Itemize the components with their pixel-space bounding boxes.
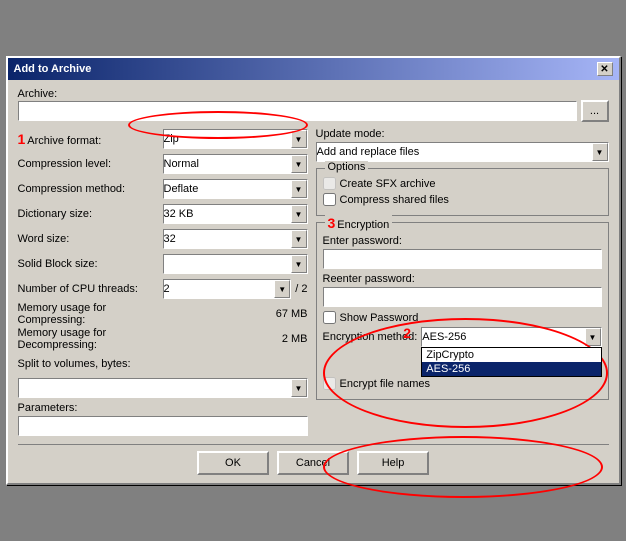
archive-format-select[interactable]: Zip 7z tar bbox=[163, 129, 308, 149]
memory-compress-value: 67 MB bbox=[163, 308, 308, 320]
buttons-row: OK Cancel Help bbox=[18, 444, 609, 475]
right-panel: Update mode: Add and replace files ▼ Opt… bbox=[316, 128, 609, 436]
compression-method-label: Compression method: bbox=[18, 183, 163, 195]
compression-method-row: Compression method: Deflate ▼ bbox=[18, 178, 308, 200]
split-volumes-row: Split to volumes, bytes: bbox=[18, 353, 308, 375]
archive-input-row: Private Document.zip ... bbox=[18, 100, 609, 122]
ok-button[interactable]: OK bbox=[197, 451, 269, 475]
solid-block-size-select[interactable] bbox=[163, 254, 308, 274]
encryption-dropdown-popup: ZipCrypto AES-256 bbox=[421, 347, 601, 377]
update-mode-select[interactable]: Add and replace files bbox=[316, 142, 609, 162]
compress-shared-row: Compress shared files bbox=[323, 193, 602, 206]
cpu-threads-row: Number of CPU threads: 2 ▼ / 2 bbox=[18, 278, 308, 300]
word-size-row: Word size: 32 ▼ bbox=[18, 228, 308, 250]
memory-decompress-label: Memory usage for Decompressing: bbox=[18, 327, 163, 351]
enter-password-input[interactable] bbox=[323, 249, 602, 269]
parameters-input[interactable] bbox=[18, 416, 308, 436]
compression-level-row: Compression level: Normal ▼ bbox=[18, 153, 308, 175]
close-button[interactable]: ✕ bbox=[597, 62, 613, 76]
create-sfx-label: Create SFX archive bbox=[340, 178, 436, 190]
archive-label: Archive: bbox=[18, 88, 609, 100]
encryption-method-row: Encryption method: 2 ZipCrypto AES-256 ▼ bbox=[323, 327, 602, 347]
compression-level-label: Compression level: bbox=[18, 158, 163, 170]
compression-level-select[interactable]: Normal bbox=[163, 154, 308, 174]
badge-2: 2 bbox=[403, 325, 411, 341]
create-sfx-checkbox[interactable] bbox=[323, 177, 336, 190]
archive-format-field: Zip 7z tar ▼ bbox=[163, 129, 308, 149]
memory-decompress-value: 2 MB bbox=[163, 333, 308, 345]
reenter-password-input[interactable] bbox=[323, 287, 602, 307]
enter-password-label: Enter password: bbox=[323, 235, 602, 247]
archive-input[interactable]: Private Document.zip bbox=[18, 101, 577, 121]
memory-compress-row: Memory usage for Compressing: 67 MB bbox=[18, 303, 308, 325]
show-password-checkbox[interactable] bbox=[323, 311, 336, 324]
compress-shared-checkbox[interactable] bbox=[323, 193, 336, 206]
help-button[interactable]: Help bbox=[357, 451, 429, 475]
create-sfx-row: Create SFX archive bbox=[323, 177, 602, 190]
update-mode-section: Update mode: Add and replace files ▼ bbox=[316, 128, 609, 162]
encryption-method-wrapper: 2 ZipCrypto AES-256 ▼ ZipCrypto bbox=[421, 327, 601, 347]
left-panel: 1Archive format: Zip 7z tar ▼ bbox=[18, 128, 308, 436]
dictionary-size-label: Dictionary size: bbox=[18, 208, 163, 220]
archive-format-label: 1Archive format: bbox=[18, 131, 163, 147]
dialog-body: Archive: Private Document.zip ... 1Archi… bbox=[8, 80, 619, 483]
compress-shared-label: Compress shared files bbox=[340, 194, 449, 206]
reenter-password-label: Reenter password: bbox=[323, 273, 602, 285]
encryption-title: 3Encryption bbox=[325, 215, 393, 231]
dictionary-size-select[interactable]: 32 KB bbox=[163, 204, 308, 224]
title-bar: Add to Archive ✕ bbox=[8, 58, 619, 80]
dictionary-size-field: 32 KB ▼ bbox=[163, 204, 308, 224]
enter-password-section: Enter password: bbox=[323, 235, 602, 269]
options-title: Options bbox=[325, 161, 369, 173]
parameters-label: Parameters: bbox=[18, 402, 308, 414]
word-size-field: 32 ▼ bbox=[163, 229, 308, 249]
dialog-title: Add to Archive bbox=[14, 63, 92, 75]
dropdown-item-aes256[interactable]: AES-256 bbox=[422, 362, 600, 376]
browse-button[interactable]: ... bbox=[581, 100, 609, 122]
compression-level-field: Normal ▼ bbox=[163, 154, 308, 174]
encrypt-names-checkbox[interactable] bbox=[323, 377, 336, 390]
cpu-threads-field: 2 ▼ / 2 bbox=[163, 279, 308, 299]
encryption-method-select[interactable]: ZipCrypto AES-256 bbox=[421, 327, 601, 347]
badge-3: 3 bbox=[328, 215, 336, 231]
main-content: 1Archive format: Zip 7z tar ▼ bbox=[18, 128, 609, 436]
reenter-password-section: Reenter password: bbox=[323, 273, 602, 307]
memory-compress-label: Memory usage for Compressing: bbox=[18, 302, 163, 326]
compression-method-select[interactable]: Deflate bbox=[163, 179, 308, 199]
show-password-label: Show Password bbox=[340, 312, 419, 324]
word-size-label: Word size: bbox=[18, 233, 163, 245]
split-volumes-select[interactable] bbox=[18, 378, 308, 398]
archive-format-row: 1Archive format: Zip 7z tar ▼ bbox=[18, 128, 308, 150]
word-size-select[interactable]: 32 bbox=[163, 229, 308, 249]
compression-method-field: Deflate ▼ bbox=[163, 179, 308, 199]
encrypt-names-row: Encrypt file names bbox=[323, 377, 602, 390]
update-mode-label: Update mode: bbox=[316, 128, 609, 140]
cancel-button[interactable]: Cancel bbox=[277, 451, 349, 475]
dropdown-item-zipcrypto[interactable]: ZipCrypto bbox=[422, 348, 600, 362]
encrypt-names-label: Encrypt file names bbox=[340, 378, 430, 390]
badge-1: 1 bbox=[18, 131, 26, 147]
memory-decompress-row: Memory usage for Decompressing: 2 MB bbox=[18, 328, 308, 350]
dictionary-size-row: Dictionary size: 32 KB ▼ bbox=[18, 203, 308, 225]
cpu-split-row: 2 ▼ / 2 bbox=[163, 279, 308, 299]
cpu-threads-max: / 2 bbox=[295, 283, 307, 295]
cpu-threads-select[interactable]: 2 bbox=[163, 279, 292, 299]
cpu-threads-label: Number of CPU threads: bbox=[18, 283, 163, 295]
encryption-group: 3Encryption Enter password: Reenter pass… bbox=[316, 222, 609, 400]
solid-block-size-label: Solid Block size: bbox=[18, 258, 163, 270]
show-password-row: Show Password bbox=[323, 311, 602, 324]
split-volumes-label: Split to volumes, bytes: bbox=[18, 358, 163, 370]
solid-block-size-field: ▼ bbox=[163, 254, 308, 274]
parameters-section: Parameters: bbox=[18, 402, 308, 436]
add-to-archive-dialog: Add to Archive ✕ Archive: Private Docume… bbox=[6, 56, 621, 485]
split-volumes-input-row: ▼ bbox=[18, 378, 308, 398]
options-group: Options Create SFX archive Compress shar… bbox=[316, 168, 609, 216]
archive-section: Archive: Private Document.zip ... bbox=[18, 88, 609, 122]
solid-block-size-row: Solid Block size: ▼ bbox=[18, 253, 308, 275]
